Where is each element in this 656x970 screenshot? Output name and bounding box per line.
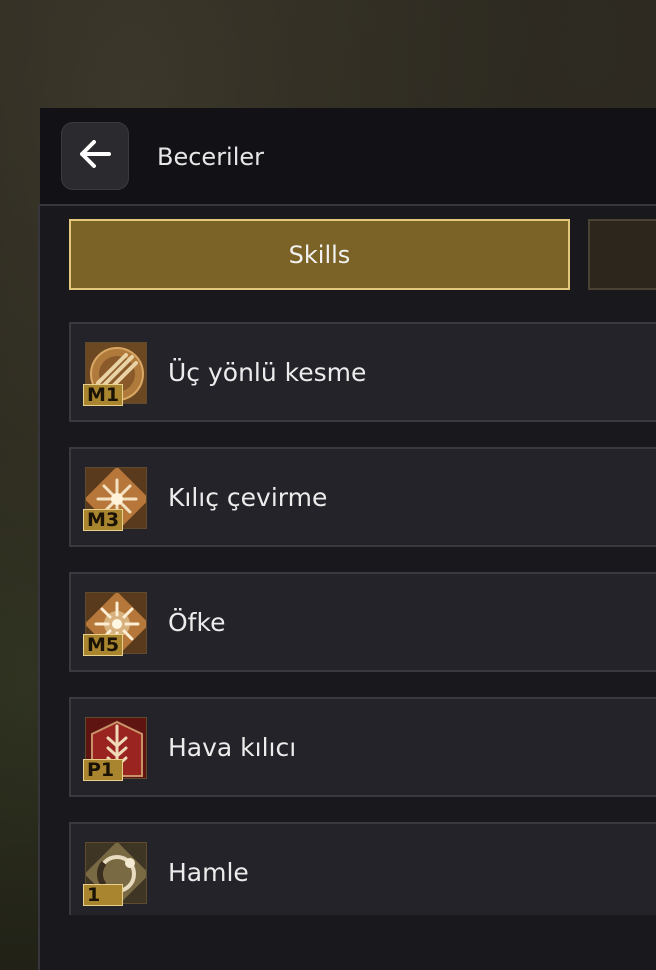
back-button[interactable] <box>61 122 129 190</box>
skill-row[interactable]: 1 Hamle <box>69 822 656 915</box>
skill-row[interactable]: M3 Kılıç çevirme <box>69 447 656 547</box>
hotkey-badge: M5 <box>83 634 124 656</box>
tab-skills[interactable]: Skills <box>69 219 570 290</box>
skill-name: Üç yönlü kesme <box>168 358 367 387</box>
hotkey-badge: 1 <box>83 884 123 906</box>
window-header <box>40 108 656 204</box>
hotkey-badge: P1 <box>83 759 123 781</box>
panel-footer <box>40 915 656 970</box>
skill-list: M1 Üç yönlü kesme M3 Kılıç çevirme M5 Öf… <box>69 322 656 915</box>
skill-row[interactable]: M1 Üç yönlü kesme <box>69 322 656 422</box>
hotkey-badge: M1 <box>83 384 124 406</box>
skill-row[interactable]: P1 Hava kılıcı <box>69 697 656 797</box>
skill-name: Hamle <box>168 858 249 887</box>
skill-row[interactable]: M5 Öfke <box>69 572 656 672</box>
tab-secondary[interactable] <box>588 219 656 290</box>
skill-name: Kılıç çevirme <box>168 483 328 512</box>
skill-name: Hava kılıcı <box>168 733 297 762</box>
hotkey-badge: M3 <box>83 509 124 531</box>
page-title: Beceriler <box>157 143 265 171</box>
arrow-left-icon <box>78 139 112 173</box>
skill-name: Öfke <box>168 608 226 637</box>
